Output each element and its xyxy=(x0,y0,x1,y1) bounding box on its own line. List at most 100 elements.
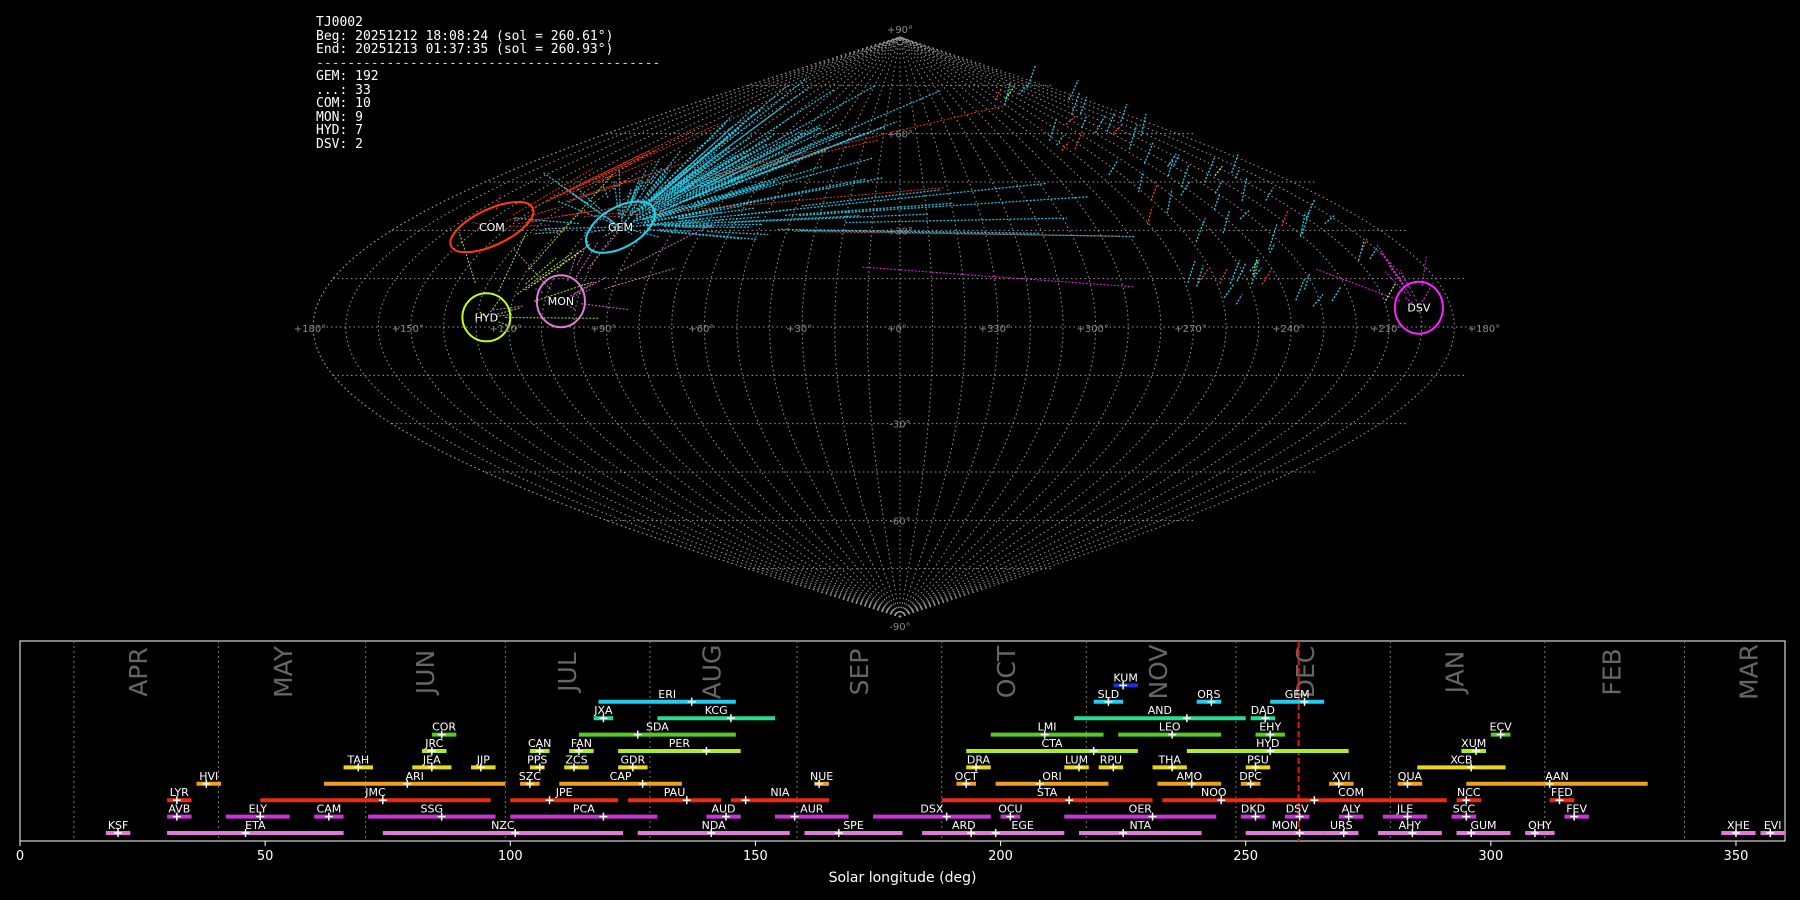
radiant-mon-label: MON xyxy=(548,295,574,308)
count-com: COM: 10 xyxy=(316,96,371,111)
lon-tick-label: +30° xyxy=(786,324,812,335)
shower-label-eta: ETA xyxy=(245,819,266,832)
shower-label-dra: DRA xyxy=(967,753,991,766)
shower-label-cor: COR xyxy=(432,721,456,734)
station-label: TJ0002 xyxy=(316,15,363,30)
shower-label-dsx: DSX xyxy=(920,803,943,816)
shower-label-leo: LEO xyxy=(1159,721,1181,734)
shower-label-noo: NOO xyxy=(1201,786,1227,799)
lon-tick-label: +120° xyxy=(489,324,521,335)
sky-map: COM GEM MON HYD DSV +180° +150° +120° +90° +60° +… xyxy=(294,25,1500,633)
shower-label-lum: LUM xyxy=(1065,753,1088,766)
shower-label-dkd: DKD xyxy=(1241,803,1265,816)
lat-tick-label: -60° xyxy=(889,516,910,527)
shower-label-mon: MON xyxy=(1272,819,1298,832)
radiant-dsv-label: DSV xyxy=(1407,302,1430,315)
shower-label-ahy: AHY xyxy=(1399,819,1422,832)
shower-label-szc: SZC xyxy=(519,770,542,783)
radiant-gem-label: GEM xyxy=(608,221,633,234)
shower-label-nue: NUE xyxy=(810,770,833,783)
lon-tick-label: +210° xyxy=(1370,324,1402,335)
shower-label-ari: ARI xyxy=(405,770,423,783)
shower-label-xvi: XVI xyxy=(1332,770,1350,783)
shower-label-ege: EGE xyxy=(1011,819,1033,832)
lon-tick-label: +300° xyxy=(1076,324,1108,335)
timeline-frame xyxy=(19,640,1786,842)
shower-label-jle: JLE xyxy=(1396,803,1413,816)
shower-label-jip: JIP xyxy=(476,753,490,766)
shower-label-ori: ORI xyxy=(1042,770,1062,783)
shower-label-dpc: DPC xyxy=(1239,770,1262,783)
shower-label-sta: STA xyxy=(1037,786,1058,799)
shower-label-gdr: GDR xyxy=(620,753,645,766)
shower-label-cap: CAP xyxy=(610,770,632,783)
count-dsv: DSV: 2 xyxy=(316,136,363,152)
shower-label-pps: PPS xyxy=(527,753,547,766)
shower-label-sld: SLD xyxy=(1098,688,1120,701)
shower-label-jmc: JMC xyxy=(364,786,386,799)
shower-label-fed: FED xyxy=(1551,786,1573,799)
shower-label-fan: FAN xyxy=(571,737,592,750)
x-tick-label: 350 xyxy=(1724,849,1749,864)
month-label-dec: DEC xyxy=(1291,646,1320,699)
shower-label-per: PER xyxy=(669,737,691,750)
shower-label-lmi: LMI xyxy=(1038,721,1057,734)
shower-label-nta: NTA xyxy=(1129,819,1151,832)
shower-label-zcs: ZCS xyxy=(565,753,587,766)
shower-label-scc: SCC xyxy=(1453,803,1476,816)
x-tick-label: 50 xyxy=(257,849,274,864)
shower-label-ehy: EHY xyxy=(1259,721,1281,734)
month-label-apr: APR xyxy=(124,647,153,697)
x-tick-label: 0 xyxy=(16,849,24,864)
shower-label-tah: TAH xyxy=(346,753,369,766)
count-other: ...: 33 xyxy=(316,82,371,98)
shower-label-hvi: HVI xyxy=(199,770,218,783)
shower-label-cta: CTA xyxy=(1041,737,1063,750)
lon-tick-label: +180° xyxy=(1468,324,1500,335)
x-tick-label: 200 xyxy=(988,849,1013,864)
count-gem: GEM: 192 xyxy=(316,69,379,84)
shower-label-ocu: OCU xyxy=(998,803,1022,816)
shower-label-can: CAN xyxy=(528,737,551,750)
shower-label-nzc: NZC xyxy=(491,819,515,832)
lon-tick-label: +90° xyxy=(590,324,616,335)
shower-label-dad: DAD xyxy=(1251,704,1275,717)
shower-label-dsv: DSV xyxy=(1286,803,1309,816)
radiant-com-label: COM xyxy=(479,221,505,234)
shower-label-ohy: OHY xyxy=(1528,819,1552,832)
month-label-aug: AUG xyxy=(698,645,727,700)
shower-label-jpe: JPE xyxy=(555,786,573,799)
shower-label-xcb: XCB xyxy=(1450,753,1472,766)
shower-label-pau: PAU xyxy=(664,786,686,799)
shower-label-jxa: JXA xyxy=(593,704,613,717)
lon-tick-label: +60° xyxy=(688,324,714,335)
lon-tick-label: +330° xyxy=(979,324,1011,335)
x-axis-label: Solar longitude (deg) xyxy=(829,870,977,886)
shower-label-pca: PCA xyxy=(573,803,595,816)
shower-label-amo: AMO xyxy=(1176,770,1202,783)
x-tick-label: 150 xyxy=(743,849,768,864)
x-tick-label: 100 xyxy=(498,849,523,864)
shower-label-ncc: NCC xyxy=(1457,786,1481,799)
shower-label-fev: FEV xyxy=(1566,803,1587,816)
month-label-nov: NOV xyxy=(1144,644,1173,699)
shower-label-hyd: HYD xyxy=(1256,737,1279,750)
shower-label-com: COM xyxy=(1338,786,1364,799)
month-label-jun: JUN xyxy=(411,650,440,696)
lon-tick-label: +240° xyxy=(1272,324,1304,335)
shower-label-jea: JEA xyxy=(422,753,441,766)
lat-tick-label: +60° xyxy=(887,130,913,141)
lat-tick-label: +90° xyxy=(887,25,913,36)
shower-label-kcg: KCG xyxy=(705,704,728,717)
count-hyd: HYD: 7 xyxy=(316,123,363,138)
separator: ----------------------------------------… xyxy=(316,55,661,71)
lat-tick-label: -30° xyxy=(889,420,910,431)
shower-label-kum: KUM xyxy=(1113,671,1137,684)
shower-label-ard: ARD xyxy=(952,819,976,832)
shower-label-aud: AUD xyxy=(711,803,735,816)
month-label-sep: SEP xyxy=(845,649,874,696)
shower-label-eri: ERI xyxy=(658,688,676,701)
shower-label-spe: SPE xyxy=(843,819,864,832)
shower-label-ors: ORS xyxy=(1197,688,1220,701)
radiant-hyd-label: HYD xyxy=(475,311,498,324)
